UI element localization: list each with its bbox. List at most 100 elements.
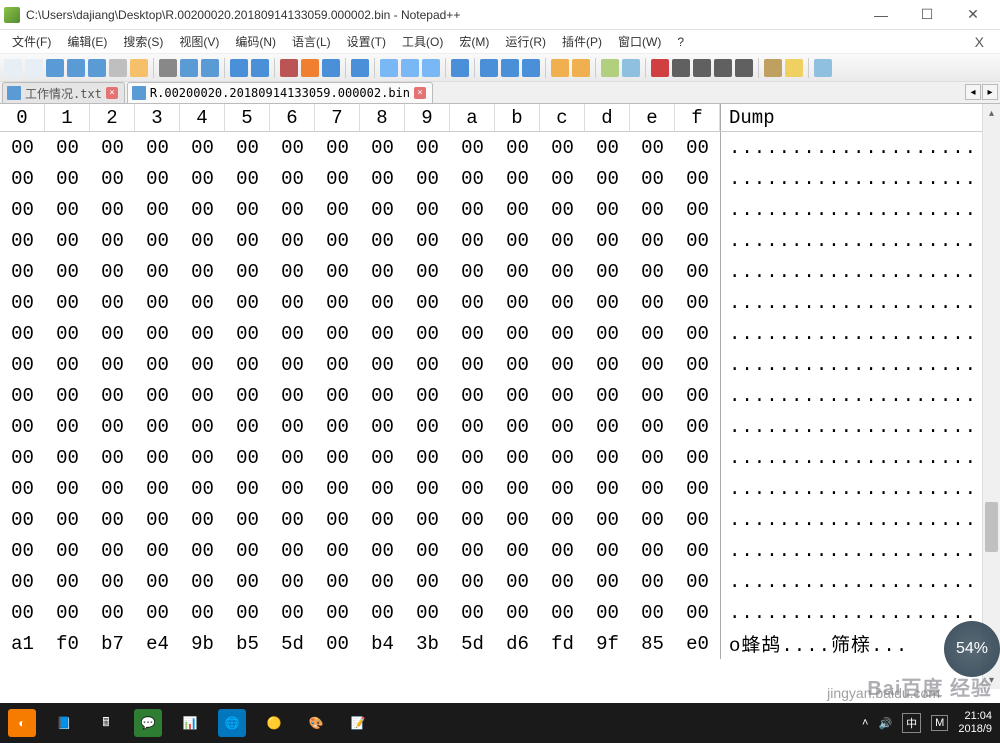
toolbar-button[interactable] — [422, 59, 440, 77]
toolbar-button[interactable] — [4, 59, 22, 77]
hex-cell[interactable]: 00 — [90, 571, 135, 593]
hex-cell[interactable]: 00 — [585, 602, 630, 624]
toolbar-button[interactable] — [785, 59, 803, 77]
hex-cell[interactable]: 00 — [135, 509, 180, 531]
hex-cell[interactable]: 00 — [0, 199, 45, 221]
hex-cell[interactable]: 00 — [405, 478, 450, 500]
hex-cell[interactable]: 00 — [675, 602, 720, 624]
hex-cell[interactable]: 00 — [135, 447, 180, 469]
hex-cell[interactable]: 00 — [90, 230, 135, 252]
hex-cell[interactable]: 00 — [90, 199, 135, 221]
hex-cell[interactable]: b5 — [225, 633, 270, 655]
hex-cell[interactable]: 00 — [630, 261, 675, 283]
hex-cell[interactable]: 00 — [405, 602, 450, 624]
hex-cell[interactable]: f0 — [45, 633, 90, 655]
hex-cell[interactable]: 5d — [450, 633, 495, 655]
hex-cell[interactable]: 00 — [270, 416, 315, 438]
hex-cell[interactable]: 00 — [495, 509, 540, 531]
toolbar-button[interactable] — [180, 59, 198, 77]
hex-cell[interactable]: 00 — [405, 571, 450, 593]
hex-cell[interactable]: 00 — [360, 540, 405, 562]
hex-cell[interactable]: 00 — [45, 509, 90, 531]
hex-editor[interactable]: 0123456789abcdefDump 0000000000000000000… — [0, 104, 982, 689]
hex-cell[interactable]: 00 — [270, 571, 315, 593]
hex-cell[interactable]: 00 — [180, 199, 225, 221]
hex-cell[interactable]: 85 — [630, 633, 675, 655]
hex-cell[interactable]: 00 — [405, 168, 450, 190]
hex-cell[interactable]: 00 — [540, 447, 585, 469]
hex-cell[interactable]: 00 — [45, 168, 90, 190]
hex-cell[interactable]: 00 — [0, 602, 45, 624]
hex-cell[interactable]: 00 — [360, 137, 405, 159]
menu-item[interactable]: 文件(F) — [4, 33, 59, 51]
hex-cell[interactable]: 00 — [45, 602, 90, 624]
hex-cell[interactable]: 00 — [495, 292, 540, 314]
hex-cell[interactable]: 00 — [225, 323, 270, 345]
hex-cell[interactable]: 00 — [45, 540, 90, 562]
dump-cell[interactable]: .................... — [720, 411, 982, 442]
hex-cell[interactable]: 00 — [270, 385, 315, 407]
hex-cell[interactable]: 00 — [315, 354, 360, 376]
toolbar-button[interactable] — [622, 59, 640, 77]
hex-cell[interactable]: 00 — [540, 323, 585, 345]
hex-cell[interactable]: 00 — [675, 168, 720, 190]
hex-cell[interactable]: 00 — [315, 199, 360, 221]
hex-cell[interactable]: 00 — [45, 478, 90, 500]
hex-cell[interactable]: 00 — [0, 447, 45, 469]
hex-cell[interactable]: 00 — [135, 261, 180, 283]
hex-cell[interactable]: 00 — [270, 230, 315, 252]
hex-cell[interactable]: 00 — [630, 168, 675, 190]
taskbar-app-icon[interactable]: 📊 — [176, 709, 204, 737]
hex-cell[interactable]: b7 — [90, 633, 135, 655]
hex-cell[interactable]: 00 — [360, 199, 405, 221]
hex-cell[interactable]: 00 — [225, 261, 270, 283]
hex-cell[interactable]: 00 — [180, 447, 225, 469]
hex-cell[interactable]: 00 — [0, 385, 45, 407]
hex-cell[interactable]: 00 — [585, 478, 630, 500]
hex-cell[interactable]: 00 — [585, 261, 630, 283]
hex-cell[interactable]: 00 — [180, 261, 225, 283]
hex-cell[interactable]: 00 — [0, 571, 45, 593]
hex-cell[interactable]: 00 — [180, 168, 225, 190]
hex-cell[interactable]: 00 — [495, 385, 540, 407]
hex-cell[interactable]: 00 — [495, 168, 540, 190]
hex-cell[interactable]: 00 — [495, 540, 540, 562]
hex-cell[interactable]: 00 — [0, 509, 45, 531]
dump-cell[interactable]: .................... — [720, 566, 982, 597]
hex-cell[interactable]: 00 — [225, 168, 270, 190]
scroll-up-button[interactable]: ▴ — [983, 104, 1000, 122]
hex-cell[interactable]: 00 — [585, 571, 630, 593]
hex-cell[interactable]: 00 — [225, 292, 270, 314]
hex-cell[interactable]: 00 — [405, 323, 450, 345]
hex-cell[interactable]: 00 — [540, 137, 585, 159]
hex-cell[interactable]: 00 — [225, 447, 270, 469]
toolbar-button[interactable] — [130, 59, 148, 77]
hex-cell[interactable]: 00 — [315, 478, 360, 500]
dump-cell[interactable]: .................... — [720, 256, 982, 287]
hex-cell[interactable]: 9f — [585, 633, 630, 655]
hex-cell[interactable]: 00 — [450, 230, 495, 252]
hex-cell[interactable]: 00 — [630, 137, 675, 159]
tab-prev-button[interactable]: ◂ — [965, 84, 981, 100]
dump-cell[interactable]: .................... — [720, 504, 982, 535]
hex-cell[interactable]: 00 — [450, 447, 495, 469]
hex-cell[interactable]: 00 — [180, 230, 225, 252]
hex-cell[interactable]: 00 — [360, 385, 405, 407]
hex-cell[interactable]: fd — [540, 633, 585, 655]
hex-cell[interactable]: 00 — [45, 292, 90, 314]
dump-cell[interactable]: .................... — [720, 535, 982, 566]
hex-cell[interactable]: 00 — [45, 323, 90, 345]
hex-cell[interactable]: 00 — [0, 540, 45, 562]
hex-cell[interactable]: 00 — [585, 416, 630, 438]
hex-cell[interactable]: 00 — [630, 540, 675, 562]
hex-cell[interactable]: 00 — [90, 137, 135, 159]
hex-cell[interactable]: 00 — [225, 385, 270, 407]
hex-cell[interactable]: 00 — [450, 292, 495, 314]
hex-cell[interactable]: 00 — [135, 385, 180, 407]
hex-cell[interactable]: 00 — [180, 416, 225, 438]
hex-cell[interactable]: 00 — [225, 509, 270, 531]
hex-cell[interactable]: 00 — [90, 447, 135, 469]
hex-cell[interactable]: 00 — [90, 509, 135, 531]
hex-cell[interactable]: 00 — [450, 323, 495, 345]
toolbar-button[interactable] — [451, 59, 469, 77]
